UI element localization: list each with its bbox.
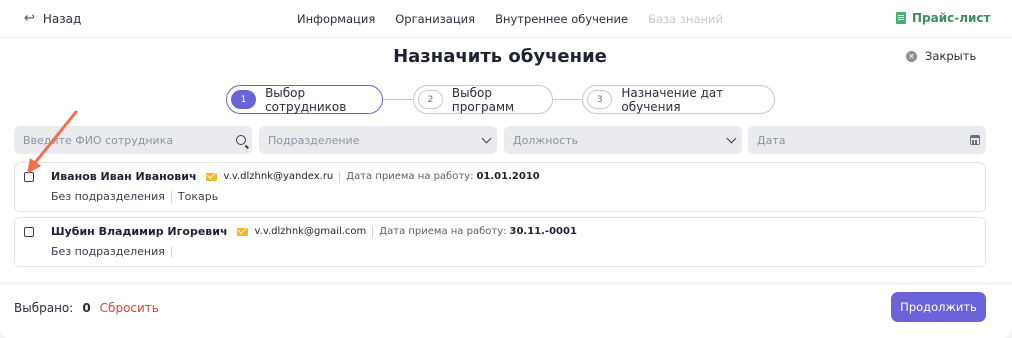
hire-date-value: 01.01.2010 [476, 171, 540, 182]
reset-link[interactable]: Сбросить [100, 301, 159, 315]
document-icon [896, 12, 906, 24]
employee-info-row: Шубин Владимир Игоревич v.v.dlzhnk@gmail… [51, 225, 577, 238]
step-number: 3 [587, 90, 613, 109]
price-list-label: Прайс-лист [912, 11, 991, 25]
top-navigation: ↩ Назад Информация Организация Внутренне… [0, 0, 1012, 38]
employee-department: Без подразделения [51, 245, 165, 258]
envelope-icon [236, 227, 248, 236]
hire-date-label: Дата приема на работу: [346, 171, 474, 182]
footer: Выбрано: 0 Сбросить Продолжить [0, 283, 1012, 338]
chevron-down-icon [475, 133, 497, 143]
employee-checkbox[interactable] [24, 172, 34, 182]
close-label: Закрыть [925, 49, 977, 63]
selected-label: Выбрано: [14, 301, 74, 315]
back-arrow-icon: ↩ [24, 11, 35, 26]
employee-email: v.v.dlzhnk@yandex.ru [223, 171, 334, 182]
hire-date-label: Дата приема на работу: [379, 226, 507, 237]
step-label: Выбор сотрудников [265, 85, 347, 114]
employee-card: Иванов Иван Иванович v.v.dlzhnk@yandex.r… [14, 162, 986, 212]
close-button[interactable]: ✕ Закрыть [906, 49, 976, 63]
app-frame: ↩ Назад Информация Организация Внутренне… [0, 0, 1012, 338]
employee-checkbox[interactable] [24, 227, 34, 237]
position-select[interactable]: Должность [504, 126, 742, 154]
step-select-programs[interactable]: 2 Выбор программ [413, 85, 553, 114]
divider [170, 245, 172, 258]
date-input[interactable]: Дата [748, 126, 986, 154]
divider [339, 170, 341, 183]
step-number: 2 [418, 90, 443, 109]
tab-organization[interactable]: Организация [395, 12, 475, 26]
back-label: Назад [42, 11, 82, 26]
step-number: 1 [231, 90, 257, 109]
search-input[interactable]: Введите ФИО сотрудника [14, 126, 252, 154]
page-title: Назначить обучение [393, 46, 607, 67]
selection-summary: Выбрано: 0 Сбросить [14, 301, 159, 315]
calendar-icon[interactable] [964, 135, 986, 145]
selected-count: 0 [82, 301, 91, 315]
step-connector [553, 99, 582, 100]
employee-info-row: Иванов Иван Иванович v.v.dlzhnk@yandex.r… [51, 170, 540, 183]
employee-meta-row: Без подразделения [51, 245, 178, 258]
chevron-down-icon [720, 133, 742, 143]
search-icon[interactable] [230, 135, 252, 145]
section-tabs: Информация Организация Внутреннее обучен… [297, 12, 723, 26]
employee-meta-row: Без подразделения Токарь [51, 190, 218, 203]
search-placeholder: Введите ФИО сотрудника [23, 133, 174, 147]
price-list-link[interactable]: Прайс-лист [896, 11, 991, 25]
step-assign-dates[interactable]: 3 Назначение дат обучения [582, 85, 775, 114]
divider [170, 190, 172, 203]
employee-card: Шубин Владимир Игоревич v.v.dlzhnk@gmail… [14, 217, 986, 267]
employee-email: v.v.dlzhnk@gmail.com [254, 226, 367, 237]
continue-button[interactable]: Продолжить [891, 292, 986, 322]
divider [372, 225, 374, 238]
envelope-icon [205, 172, 217, 181]
date-placeholder: Дата [757, 133, 786, 147]
back-button[interactable]: ↩ Назад [24, 11, 81, 26]
employee-name: Шубин Владимир Игоревич [51, 225, 228, 238]
employee-department: Без подразделения [51, 190, 165, 203]
step-select-employees[interactable]: 1 Выбор сотрудников [226, 85, 383, 114]
step-label: Выбор программ [451, 85, 515, 114]
tab-knowledge-base: База знаний [648, 12, 723, 26]
employee-position: Токарь [177, 190, 219, 203]
tab-internal-training[interactable]: Внутреннее обучение [495, 12, 628, 26]
step-connector [383, 99, 413, 100]
department-select[interactable]: Подразделение [259, 126, 497, 154]
hire-date-value: 30.11.-0001 [509, 226, 577, 237]
department-placeholder: Подразделение [268, 133, 360, 147]
position-placeholder: Должность [513, 133, 579, 147]
tab-info[interactable]: Информация [297, 12, 375, 26]
step-label: Назначение дат обучения [621, 85, 724, 114]
employee-name: Иванов Иван Иванович [51, 170, 197, 183]
close-icon: ✕ [906, 50, 917, 62]
